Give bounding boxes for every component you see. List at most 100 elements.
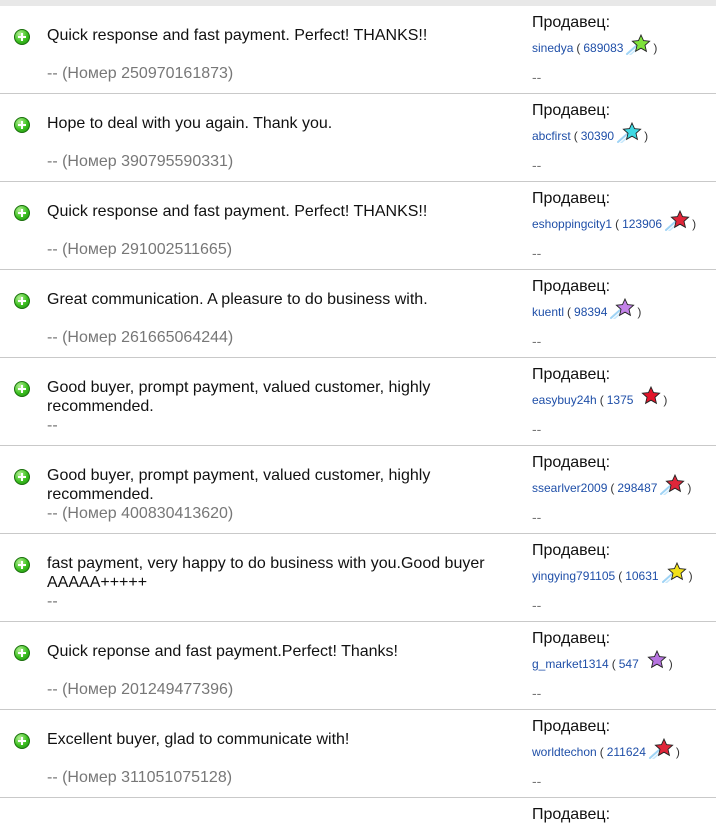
- feedback-comment: fast payment, very happy to do business …: [47, 555, 485, 591]
- shooting-star-icon[interactable]: [664, 209, 690, 231]
- positive-feedback-icon: [14, 469, 30, 485]
- open-paren: (: [599, 745, 604, 759]
- positive-feedback-icon: [14, 293, 30, 309]
- star-icon[interactable]: [635, 385, 662, 407]
- seller-rating-link[interactable]: 298487: [617, 481, 657, 495]
- feedback-row: Excellent buyer, glad to communicate wit…: [0, 710, 716, 798]
- positive-feedback-icon: [14, 29, 30, 45]
- item-number: -- (Номер 400830413620): [47, 505, 234, 522]
- seller-info: eshoppingcity1 ( 123906 ): [532, 209, 696, 235]
- seller-info: easybuy24h ( 1375 ): [532, 385, 668, 411]
- item-number: -- (Номер 201249477396): [47, 681, 234, 698]
- feedback-comment: Quick response and fast payment. Perfect…: [47, 203, 428, 220]
- positive-feedback-icon: [14, 205, 30, 221]
- seller-rating-link[interactable]: 1375: [607, 393, 634, 407]
- close-paren: ): [663, 393, 668, 407]
- seller-rating-link[interactable]: 30390: [581, 129, 614, 143]
- seller-info: ssearlver2009 ( 298487 ): [532, 473, 692, 499]
- role-dash: --: [532, 685, 542, 701]
- item-number: --: [47, 417, 58, 434]
- shooting-star-icon[interactable]: [609, 297, 636, 319]
- seller-rating-link[interactable]: 10631: [625, 569, 658, 583]
- item-number: -- (Номер 250970161873): [47, 65, 234, 82]
- feedback-list: Quick response and fast payment. Perfect…: [0, 6, 716, 838]
- feedback-row: Good buyer, prompt payment, valued custo…: [0, 358, 716, 446]
- seller-info: g_market1314 ( 547 ): [532, 649, 673, 675]
- seller-rating-link[interactable]: 547: [619, 657, 639, 671]
- item-number: -- (Номер 390795590331): [47, 153, 234, 170]
- shooting-star-icon[interactable]: [648, 737, 674, 759]
- seller-info: sinedya ( 689083 ): [532, 33, 658, 59]
- role-dash: --: [532, 773, 542, 789]
- seller-name-link[interactable]: worldtechon: [532, 745, 597, 759]
- feedback-comment: Quick reponse and fast payment.Perfect! …: [47, 643, 398, 660]
- feedback-comment: Great communication. A pleasure to do bu…: [47, 291, 428, 308]
- feedback-comment: Good buyer, prompt payment, valued custo…: [47, 379, 431, 415]
- shooting-star-icon[interactable]: [616, 121, 642, 143]
- seller-role-label: Продавец:: [532, 190, 611, 207]
- seller-rating-link[interactable]: 689083: [583, 41, 623, 55]
- shooting-star-icon[interactable]: [625, 33, 652, 55]
- item-number: --: [47, 593, 58, 610]
- seller-role-label: Продавец:: [532, 542, 611, 559]
- seller-name-link[interactable]: kuentl: [532, 305, 564, 319]
- open-paren: (: [576, 41, 581, 55]
- item-number: -- (Номер 261665064244): [47, 329, 234, 346]
- positive-feedback-icon: [14, 117, 30, 133]
- open-paren: (: [573, 129, 578, 143]
- close-paren: ): [687, 481, 692, 495]
- seller-info: kuentl ( 98394 ): [532, 297, 642, 323]
- role-dash: --: [532, 245, 542, 261]
- seller-role-label: Продавец:: [532, 454, 611, 471]
- feedback-row: Quick response and fast payment. Perfect…: [0, 6, 716, 94]
- positive-feedback-icon: [14, 733, 30, 749]
- seller-info: abcfirst ( 30390 ): [532, 121, 649, 147]
- role-dash: --: [532, 333, 542, 349]
- seller-name-link[interactable]: easybuy24h: [532, 393, 597, 407]
- feedback-comment: Good buyer, prompt payment, valued custo…: [47, 467, 431, 503]
- feedback-comment: Quick response and fast payment. Perfect…: [47, 27, 428, 44]
- shooting-star-icon[interactable]: [659, 473, 686, 495]
- seller-role-label: Продавец:: [532, 102, 611, 119]
- feedback-row: Hope to deal with you again. Thank you. …: [0, 94, 716, 182]
- seller-rating-link[interactable]: 123906: [622, 217, 662, 231]
- close-paren: ): [644, 129, 649, 143]
- seller-role-label: Продавец:: [532, 718, 611, 735]
- seller-role-label: Продавец:: [532, 630, 611, 647]
- shooting-star-icon[interactable]: [661, 561, 687, 583]
- seller-name-link[interactable]: abcfirst: [532, 129, 571, 143]
- role-dash: --: [532, 421, 542, 437]
- seller-name-link[interactable]: yingying791105: [532, 569, 615, 583]
- seller-rating-link[interactable]: 211624: [607, 745, 646, 759]
- open-paren: (: [615, 217, 620, 231]
- seller-rating-link[interactable]: 98394: [574, 305, 607, 319]
- star-icon[interactable]: [641, 649, 667, 671]
- seller-name-link[interactable]: g_market1314: [532, 657, 609, 671]
- feedback-comment: Hope to deal with you again. Thank you.: [47, 115, 333, 132]
- close-paren: ): [653, 41, 658, 55]
- role-dash: --: [532, 157, 542, 173]
- open-paren: (: [618, 569, 623, 583]
- feedback-row: Quick reponse and fast payment.Perfect! …: [0, 622, 716, 710]
- feedback-row: Quick response and fast payment. Perfect…: [0, 182, 716, 270]
- close-paren: ): [668, 657, 673, 671]
- seller-role-label: Продавец:: [532, 278, 611, 295]
- seller-role-label: Продавец:: [532, 806, 611, 823]
- seller-role-label: Продавец:: [532, 14, 611, 31]
- close-paren: ): [637, 305, 642, 319]
- feedback-comment: Excellent buyer, glad to communicate wit…: [47, 731, 350, 748]
- seller-name-link[interactable]: ssearlver2009: [532, 481, 607, 495]
- seller-info: worldtechon ( 211624 ): [532, 737, 680, 763]
- seller-name-link[interactable]: sinedya: [532, 41, 573, 55]
- role-dash: --: [532, 69, 542, 85]
- close-paren: ): [688, 569, 693, 583]
- open-paren: (: [610, 481, 615, 495]
- item-number: -- (Номер 291002511665): [47, 241, 233, 258]
- seller-name-link[interactable]: eshoppingcity1: [532, 217, 612, 231]
- feedback-row: Good buyer, prompt payment, valued custo…: [0, 446, 716, 534]
- open-paren: (: [611, 657, 616, 671]
- open-paren: (: [567, 305, 572, 319]
- positive-feedback-icon: [14, 557, 30, 573]
- open-paren: (: [599, 393, 604, 407]
- seller-role-label: Продавец:: [532, 366, 611, 383]
